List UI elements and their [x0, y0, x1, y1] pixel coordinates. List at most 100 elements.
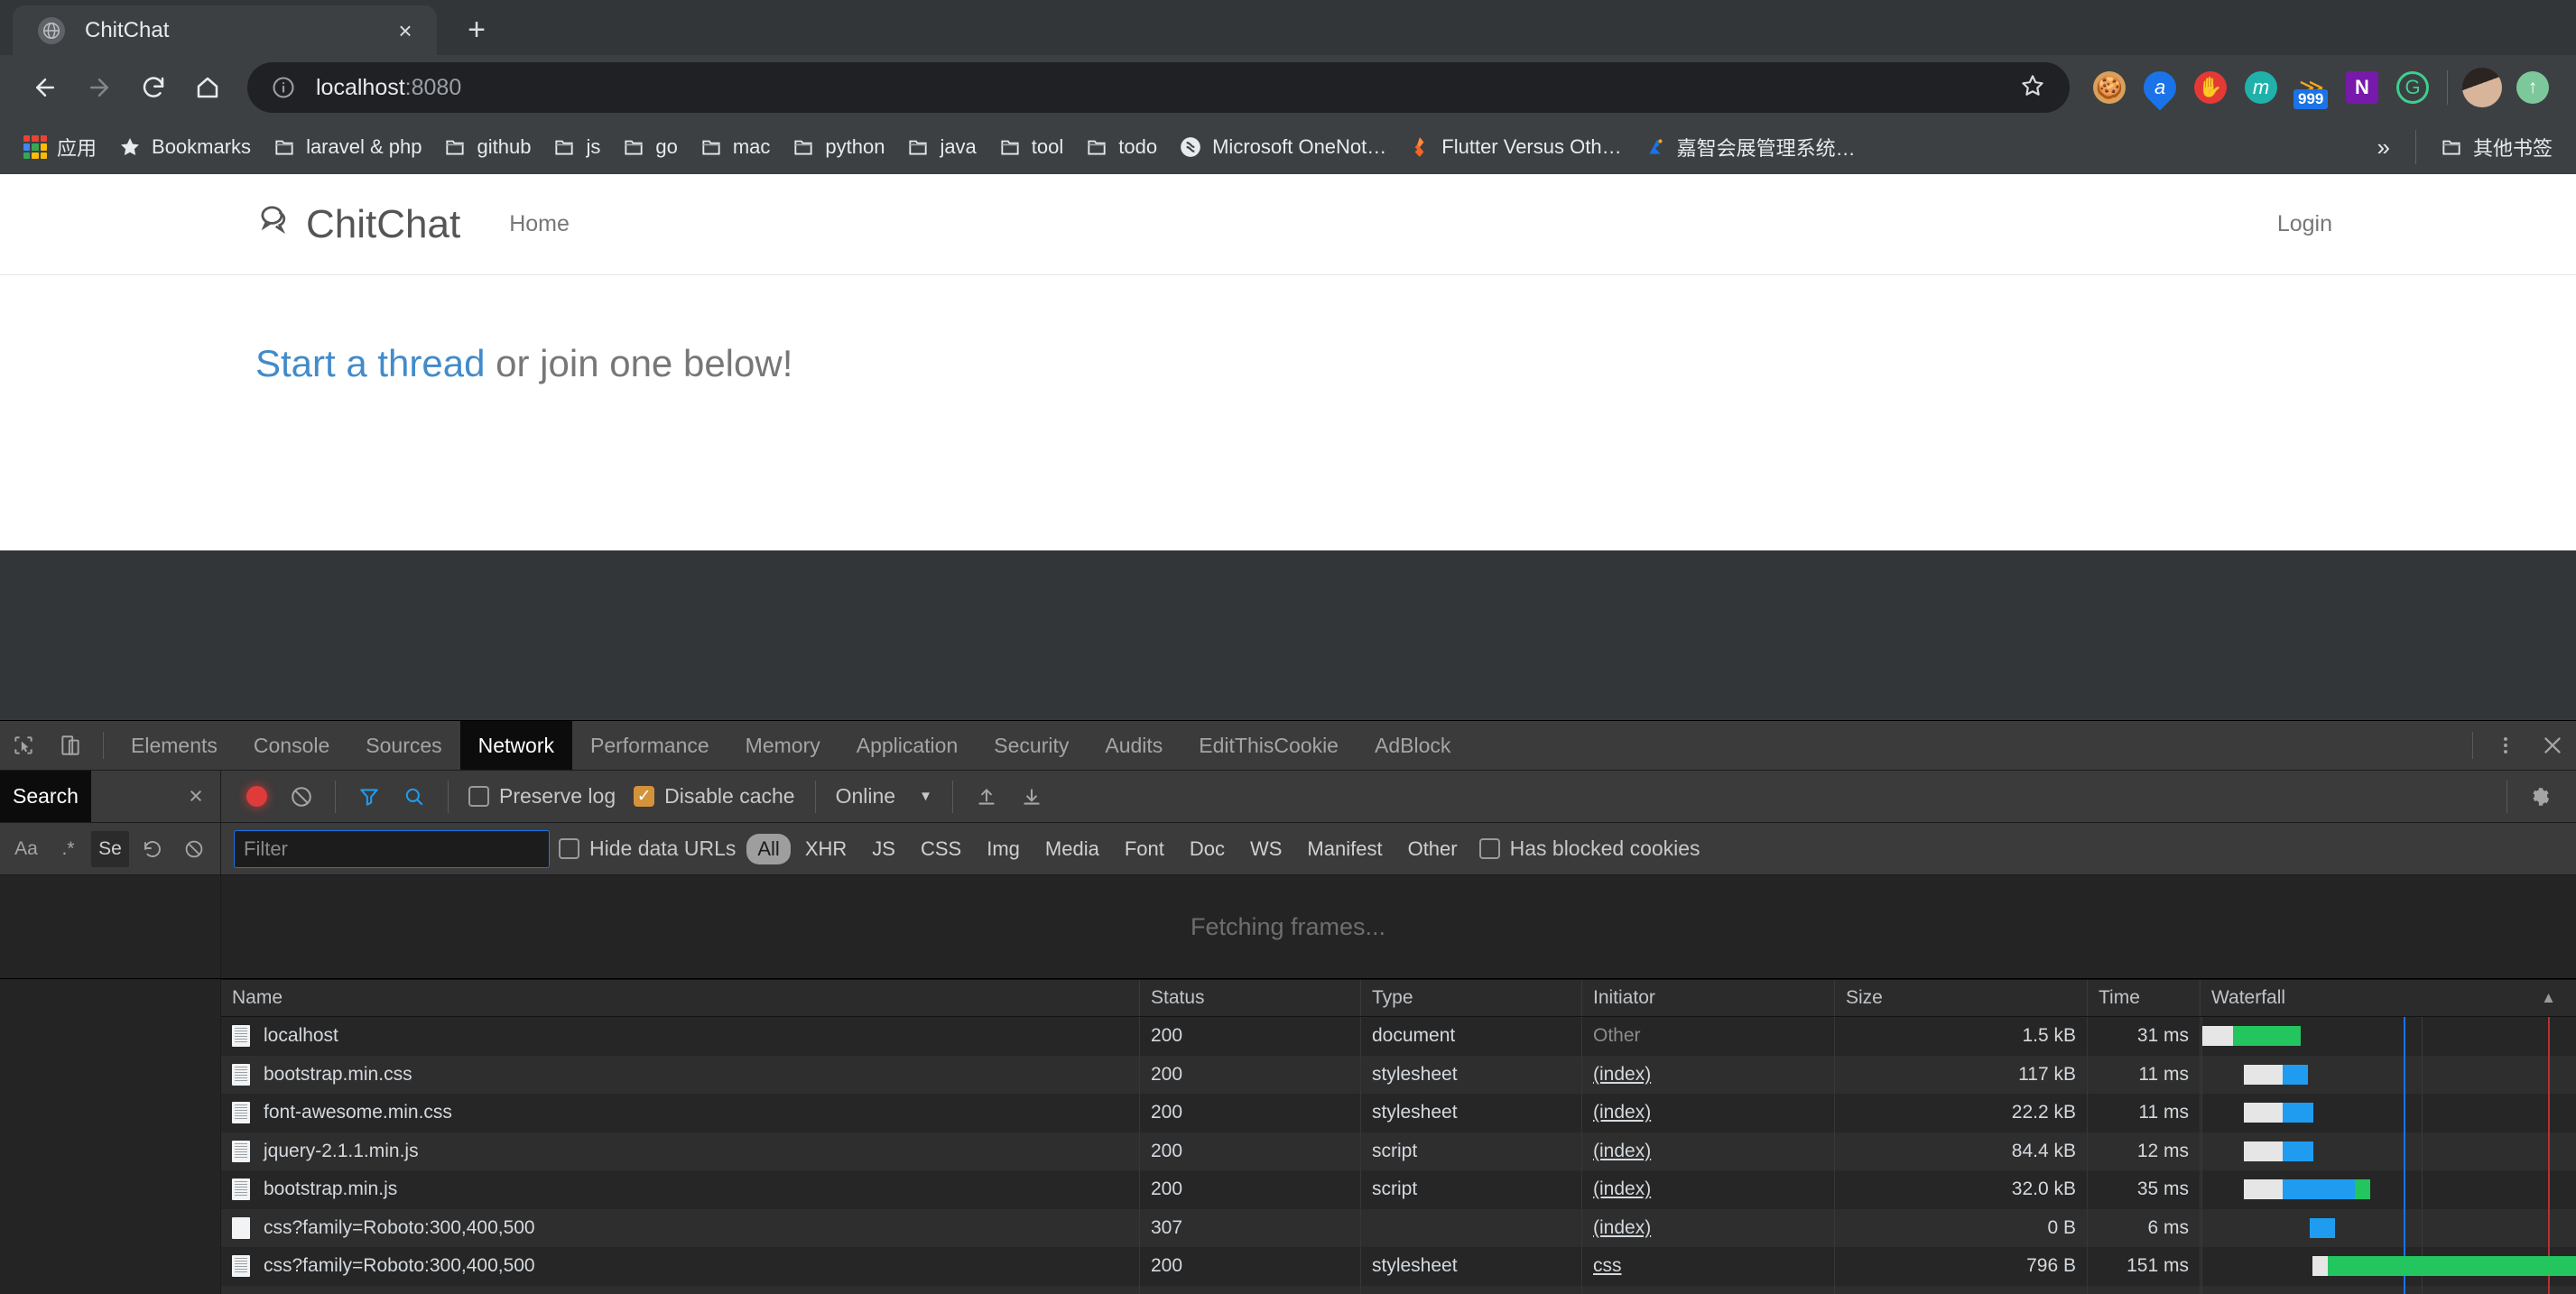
cell-name[interactable]: font-awesome.min.css — [221, 1094, 1140, 1132]
cell-name[interactable]: css?family=Roboto:300,400,500 — [221, 1247, 1140, 1286]
initiator-link[interactable]: (index) — [1593, 1064, 1651, 1086]
bookmark-folder-js[interactable]: js — [542, 126, 611, 168]
bookmark-bookmarks[interactable]: Bookmarks — [107, 126, 262, 168]
grammarly-icon[interactable]: G — [2387, 62, 2438, 113]
filter-type-ws[interactable]: WS — [1239, 834, 1293, 864]
filter-icon[interactable] — [347, 776, 392, 818]
forward-icon[interactable] — [72, 60, 126, 115]
bookmark-folder-tool[interactable]: tool — [987, 126, 1074, 168]
initiator-link[interactable]: (index) — [1593, 1141, 1651, 1162]
filter-type-font[interactable]: Font — [1114, 834, 1175, 864]
bookmark-jiazhi-exhibition-system[interactable]: 嘉智会展管理系统… — [1633, 126, 1867, 168]
filter-type-manifest[interactable]: Manifest — [1296, 834, 1393, 864]
clear-icon[interactable] — [279, 776, 324, 818]
update-arrow-icon[interactable]: ↑ — [2507, 62, 2558, 113]
table-row[interactable]: jquery-2.1.1.min.js 200 script (index) 84.4 … — [221, 1132, 2576, 1170]
search-query-input[interactable]: Se — [91, 830, 129, 867]
column-header-time[interactable]: Time — [2088, 980, 2201, 1016]
star-icon[interactable] — [2019, 72, 2050, 103]
browser-tab[interactable]: ChitChat × — [13, 5, 437, 55]
filter-type-media[interactable]: Media — [1034, 834, 1110, 864]
bookmark-folder-go[interactable]: go — [611, 126, 688, 168]
column-header-size[interactable]: Size — [1835, 980, 2088, 1016]
onenote-clipper-icon[interactable]: N — [2337, 62, 2387, 113]
filter-type-img[interactable]: Img — [976, 834, 1031, 864]
reload-icon[interactable] — [126, 60, 181, 115]
table-row[interactable]: css?family=Roboto:300,400,500 200 styleshe… — [221, 1247, 2576, 1286]
new-tab-button[interactable]: + — [453, 6, 500, 53]
back-icon[interactable] — [18, 60, 72, 115]
kebab-menu-icon[interactable] — [2482, 721, 2529, 770]
throttling-select[interactable]: Online ▼ — [827, 784, 941, 809]
filter-type-other[interactable]: Other — [1397, 834, 1469, 864]
filter-type-doc[interactable]: Doc — [1179, 834, 1236, 864]
info-icon[interactable] — [271, 75, 296, 100]
nav-link-home[interactable]: Home — [509, 211, 570, 237]
site-brand[interactable]: ChitChat — [255, 200, 460, 248]
initiator-link[interactable]: css — [1593, 1255, 1622, 1277]
tab-editthiscookie[interactable]: EditThisCookie — [1181, 721, 1357, 770]
tab-audits[interactable]: Audits — [1087, 721, 1181, 770]
bookmark-folder-mac[interactable]: mac — [689, 126, 782, 168]
close-icon[interactable] — [2529, 721, 2576, 770]
tab-adblock[interactable]: AdBlock — [1357, 721, 1469, 770]
table-row[interactable]: font-awesome.min.css 200 stylesheet (index)… — [221, 1094, 2576, 1132]
address-bar[interactable]: localhost:8080 — [247, 62, 2070, 113]
regex-icon[interactable]: .* — [50, 831, 88, 867]
bookmark-folder-todo[interactable]: todo — [1074, 126, 1168, 168]
initiator-link[interactable]: (index) — [1593, 1217, 1651, 1239]
filter-type-css[interactable]: CSS — [910, 834, 972, 864]
amazon-assistant-icon[interactable]: a — [2135, 62, 2185, 113]
cell-name[interactable]: bootstrap.min.css — [221, 1055, 1140, 1094]
initiator-link[interactable]: (index) — [1593, 1102, 1651, 1123]
initiator-link[interactable]: (index) — [1593, 1178, 1651, 1200]
bookmarks-overflow-button[interactable]: » — [2365, 134, 2403, 162]
cell-name[interactable]: css?family=Roboto:300,400,500 — [221, 1208, 1140, 1247]
filter-type-js[interactable]: JS — [861, 834, 906, 864]
bookmark-other-bookmarks[interactable]: 其他书签 — [2429, 126, 2563, 168]
tab-network[interactable]: Network — [459, 721, 572, 770]
table-row[interactable]: bootstrap.min.css 200 stylesheet (index) 117… — [221, 1055, 2576, 1094]
tab-sources[interactable]: Sources — [347, 721, 459, 770]
match-case-icon[interactable]: Aa — [7, 831, 45, 867]
search-drawer-tab[interactable]: Search — [0, 771, 91, 822]
hide-data-urls-checkbox[interactable]: Hide data URLs — [550, 836, 745, 861]
tab-application[interactable]: Application — [839, 721, 977, 770]
bookmark-folder-github[interactable]: github — [432, 126, 542, 168]
tab-security[interactable]: Security — [976, 721, 1087, 770]
preserve-log-checkbox[interactable]: Preserve log — [459, 784, 625, 809]
has-blocked-cookies-checkbox[interactable]: Has blocked cookies — [1470, 836, 1710, 861]
avatar[interactable] — [2457, 62, 2507, 113]
column-header-name[interactable]: Name — [221, 980, 1140, 1016]
cookie-extension-icon[interactable]: 🍪 — [2084, 62, 2135, 113]
column-header-initiator[interactable]: Initiator — [1582, 980, 1835, 1016]
login-link[interactable]: Login — [2277, 211, 2332, 236]
filter-type-all[interactable]: All — [746, 833, 791, 864]
gear-icon[interactable] — [2518, 776, 2563, 818]
start-thread-link[interactable]: Start a thread — [255, 342, 485, 384]
bookmark-flutter-versus-others[interactable]: Flutter Versus Oth… — [1397, 126, 1632, 168]
clear-icon[interactable] — [175, 831, 213, 867]
record-button[interactable] — [234, 776, 279, 818]
bookmark-folder-laravel-php[interactable]: laravel & php — [262, 126, 432, 168]
bookmark-folder-java[interactable]: java — [895, 126, 987, 168]
cell-name[interactable]: localhost — [221, 1017, 1140, 1056]
home-icon[interactable] — [181, 60, 235, 115]
table-row[interactable]: css?family=Roboto:300,400,500 307 (index) 0… — [221, 1208, 2576, 1247]
cell-name[interactable]: jquery-2.1.1.min.js — [221, 1132, 1140, 1170]
rss-feedly-icon[interactable]: ≫ 999 — [2286, 62, 2337, 113]
bookmark-apps[interactable]: 应用 — [13, 126, 107, 168]
export-har-icon[interactable] — [1009, 776, 1054, 818]
cell-name[interactable]: bootstrap.min.js — [221, 1170, 1140, 1209]
close-icon[interactable]: × — [171, 771, 220, 822]
search-icon[interactable] — [392, 776, 437, 818]
tab-console[interactable]: Console — [236, 721, 347, 770]
column-header-type[interactable]: Type — [1361, 980, 1582, 1016]
inspect-cursor-icon[interactable] — [0, 721, 47, 770]
tab-memory[interactable]: Memory — [727, 721, 839, 770]
column-header-status[interactable]: Status — [1140, 980, 1361, 1016]
momentum-icon[interactable]: m — [2236, 62, 2286, 113]
cell-name[interactable]: fontawesome-webfont.woff?v=4.2.0 — [221, 1285, 1140, 1294]
refresh-icon[interactable] — [134, 831, 171, 867]
column-header-waterfall[interactable]: Waterfall ▲ — [2201, 980, 2576, 1016]
